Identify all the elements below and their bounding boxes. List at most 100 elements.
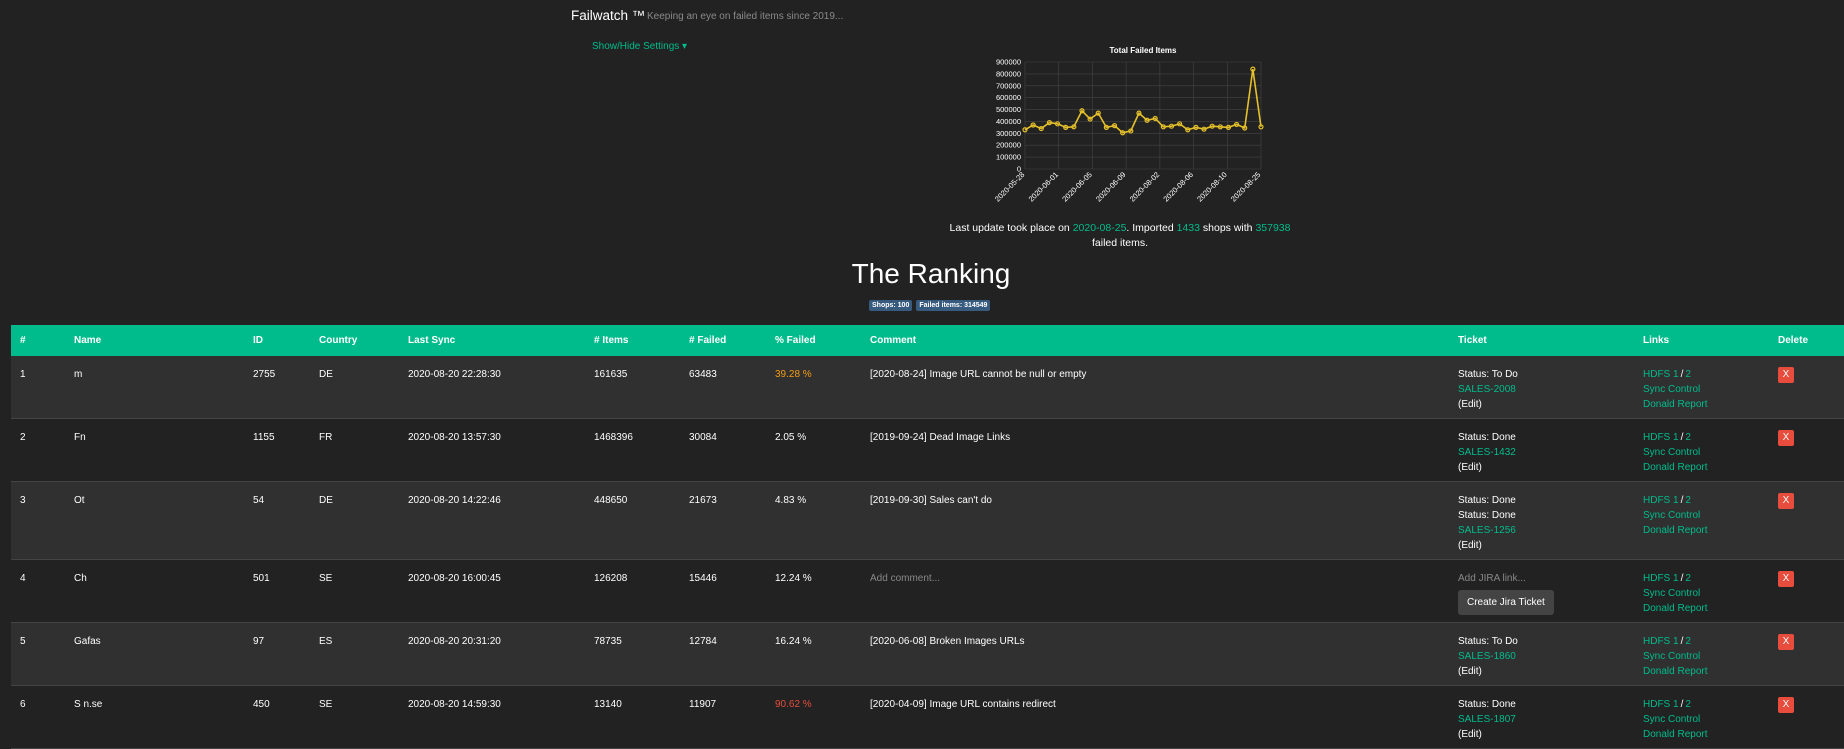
hdfs-1-link[interactable]: HDFS 1 (1643, 573, 1679, 584)
header-0: # (20, 335, 26, 346)
delete-button[interactable]: X (1778, 367, 1794, 383)
ticket-link[interactable]: SALES-2008 (1458, 382, 1518, 397)
comment-cell[interactable]: [2020-04-09] Image URL contains redirect (870, 697, 1056, 712)
delete-cell: X (1778, 430, 1794, 446)
update-summary: Last update took place on 2020-08-25. Im… (940, 221, 1300, 251)
comment-cell[interactable]: [2020-08-24] Image URL cannot be null or… (870, 367, 1086, 382)
failed-items-chart: Total Failed Items 900000 800000 700000 6000… (980, 44, 1290, 219)
hdfs-1-link[interactable]: HDFS 1 (1643, 636, 1679, 647)
comment-cell[interactable]: [2020-06-08] Broken Images URLs (870, 634, 1025, 649)
delete-button[interactable]: X (1778, 571, 1794, 587)
header-8: Comment (870, 335, 917, 346)
links-cell: HDFS 1/2 Sync Control Donald Report (1643, 430, 1707, 475)
header-10: Links (1643, 335, 1670, 346)
delete-button[interactable]: X (1778, 634, 1794, 650)
hdfs-2-link[interactable]: 2 (1685, 699, 1691, 710)
donald-report-link[interactable]: Donald Report (1643, 523, 1707, 538)
sync-control-link[interactable]: Sync Control (1643, 586, 1707, 601)
rank-cell: 1 (20, 369, 26, 380)
donald-report-link[interactable]: Donald Report (1643, 397, 1707, 412)
ticket-edit[interactable]: (Edit) (1458, 664, 1518, 679)
hdfs-1-link[interactable]: HDFS 1 (1643, 369, 1679, 380)
sync-control-link[interactable]: Sync Control (1643, 508, 1707, 523)
delete-cell: X (1778, 493, 1794, 509)
failed-cell: 21673 (689, 495, 717, 506)
delete-button[interactable]: X (1778, 697, 1794, 713)
x-tick-label: 2020-05-28 (993, 170, 1026, 203)
comment-cell[interactable]: [2019-09-24] Dead Image Links (870, 430, 1010, 445)
ticket-link[interactable]: SALES-1432 (1458, 445, 1516, 460)
delete-button[interactable]: X (1778, 430, 1794, 446)
shop-id-cell: 2755 (253, 369, 276, 380)
donald-report-link[interactable]: Donald Report (1643, 664, 1707, 679)
hdfs-2-link[interactable]: 2 (1685, 636, 1691, 647)
items-cell: 448650 (594, 495, 628, 506)
jira-link-input[interactable]: Add JIRA link... (1458, 571, 1554, 586)
hdfs-links: HDFS 1/2 (1643, 634, 1707, 649)
delete-cell: X (1778, 367, 1794, 383)
settings-toggle[interactable]: Show/Hide Settings ▾ (592, 41, 687, 52)
shop-id-cell: 1155 (253, 432, 275, 443)
x-tick-label: 2020-06-05 (1060, 170, 1093, 203)
last-sync-cell: 2020-08-20 14:59:30 (408, 699, 501, 710)
country-cell: SE (319, 699, 333, 710)
update-date: 2020-08-25 (1072, 222, 1127, 234)
links-cell: HDFS 1/2 Sync Control Donald Report (1643, 634, 1707, 679)
ticket-link[interactable]: SALES-1807 (1458, 712, 1516, 727)
comment-cell[interactable]: [2019-09-30] Sales can't do (870, 493, 992, 508)
create-jira-ticket-button[interactable]: Create Jira Ticket (1458, 590, 1554, 615)
ticket-link[interactable]: SALES-1860 (1458, 649, 1518, 664)
sync-control-link[interactable]: Sync Control (1643, 445, 1707, 460)
hdfs-1-link[interactable]: HDFS 1 (1643, 432, 1679, 443)
delete-cell: X (1778, 571, 1794, 587)
donald-report-link[interactable]: Donald Report (1643, 601, 1707, 616)
failed-items-badge: Failed items: 314549 (916, 300, 991, 311)
last-sync-cell: 2020-08-20 13:57:30 (408, 432, 501, 443)
rank-cell: 5 (20, 636, 26, 647)
ticket-edit[interactable]: (Edit) (1458, 460, 1516, 475)
hdfs-2-link[interactable]: 2 (1685, 495, 1691, 506)
last-sync-cell: 2020-08-20 16:00:45 (408, 573, 501, 584)
hdfs-2-link[interactable]: 2 (1685, 573, 1691, 584)
hdfs-links: HDFS 1/2 (1643, 697, 1707, 712)
link-separator: / (1680, 699, 1684, 710)
failed-cell: 30084 (689, 432, 717, 443)
failed-cell: 12784 (689, 636, 717, 647)
hdfs-1-link[interactable]: HDFS 1 (1643, 699, 1679, 710)
ticket-edit[interactable]: (Edit) (1458, 397, 1518, 412)
update-mid1: . Imported (1126, 222, 1174, 234)
hdfs-links: HDFS 1/2 (1643, 571, 1707, 586)
pct-failed-cell: 4.83 % (775, 495, 807, 506)
sync-control-link[interactable]: Sync Control (1643, 382, 1707, 397)
hdfs-1-link[interactable]: HDFS 1 (1643, 495, 1679, 506)
header-2: ID (253, 335, 263, 346)
x-tick-label: 2020-06-01 (1027, 170, 1060, 203)
app-tagline: Keeping an eye on failed items since 201… (647, 11, 844, 22)
y-tick-label: 600000 (996, 93, 1021, 102)
country-cell: SE (319, 573, 333, 584)
links-cell: HDFS 1/2 Sync Control Donald Report (1643, 571, 1707, 616)
sync-control-link[interactable]: Sync Control (1643, 649, 1707, 664)
sync-control-link[interactable]: Sync Control (1643, 712, 1707, 727)
ticket-status: Status: Done (1458, 432, 1516, 443)
x-tick-label: 2020-08-02 (1128, 170, 1161, 203)
donald-report-link[interactable]: Donald Report (1643, 460, 1707, 475)
hdfs-links: HDFS 1/2 (1643, 367, 1707, 382)
hdfs-links: HDFS 1/2 (1643, 430, 1707, 445)
comment-input[interactable]: Add comment... (870, 571, 940, 586)
hdfs-2-link[interactable]: 2 (1685, 432, 1691, 443)
shop-name-cell: Ot (74, 495, 85, 506)
ticket-link[interactable]: SALES-1256 (1458, 523, 1516, 538)
delete-button[interactable]: X (1778, 493, 1794, 509)
hdfs-2-link[interactable]: 2 (1685, 369, 1691, 380)
ticket-cell: Status: To Do SALES-2008 (Edit) (1458, 367, 1518, 412)
update-shops: 1433 (1176, 222, 1200, 234)
y-tick-label: 100000 (996, 153, 1021, 162)
update-mid2: shops with (1202, 222, 1253, 234)
pct-failed-cell: 90.62 % (775, 699, 812, 710)
ticket-edit[interactable]: (Edit) (1458, 727, 1516, 742)
ticket-edit[interactable]: (Edit) (1458, 538, 1516, 553)
donald-report-link[interactable]: Donald Report (1643, 727, 1707, 742)
header-4: Last Sync (408, 335, 456, 346)
pct-failed-cell: 12.24 % (775, 573, 812, 584)
